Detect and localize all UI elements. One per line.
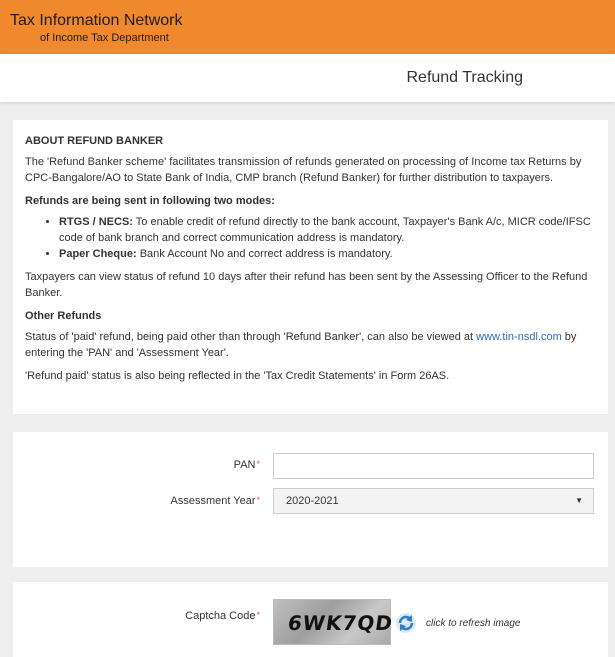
refresh-icon[interactable] [395, 612, 417, 634]
other-refunds-heading: Other Refunds [25, 310, 102, 322]
assessment-year-label: Assessment Year* [170, 495, 260, 507]
required-mark: * [256, 610, 260, 620]
title-bar: Refund Tracking [0, 54, 615, 102]
assessment-year-value: 2020-2021 [286, 495, 339, 507]
list-item: Paper Cheque: Bank Account No and correc… [59, 246, 596, 262]
about-refund-banker-panel: ABOUT REFUND BANKER The 'Refund Banker s… [13, 120, 608, 414]
required-mark: * [256, 495, 260, 505]
captcha-panel: Captcha Code* 6WK7QD click to refresh im… [13, 582, 608, 657]
other-text-1: Status of 'paid' refund, being paid othe… [25, 331, 477, 343]
list-item: RTGS / NECS: To enable credit of refund … [59, 214, 596, 246]
about-intro: The 'Refund Banker scheme' facilitates t… [25, 156, 582, 184]
assessment-year-select[interactable]: 2020-2021 ▼ [273, 488, 594, 514]
org-name: Tax Information Network [10, 12, 183, 29]
modes-heading: Refunds are being sent in following two … [25, 195, 275, 207]
pan-input[interactable] [273, 453, 594, 479]
page-title: Refund Tracking [406, 69, 523, 86]
chevron-down-icon: ▼ [575, 496, 583, 505]
captcha-text: 6WK7QD [286, 611, 395, 635]
refresh-image-link[interactable]: click to refresh image [426, 618, 520, 629]
captcha-label: Captcha Code* [185, 610, 260, 622]
pan-label: PAN* [234, 459, 260, 471]
tin-nsdl-link[interactable]: www.tin-nsdl.com [476, 331, 562, 343]
org-subtitle: of Income Tax Department [40, 32, 169, 44]
captcha-image: 6WK7QD [273, 599, 395, 645]
mode-text: Bank Account No and correct address is m… [136, 248, 393, 260]
about-heading: ABOUT REFUND BANKER [25, 135, 164, 147]
status-note: Taxpayers can view status of refund 10 d… [25, 271, 588, 299]
tcs-note: 'Refund paid' status is also being refle… [25, 370, 450, 382]
modes-list: RTGS / NECS: To enable credit of refund … [59, 214, 596, 262]
refund-form-panel: PAN* Assessment Year* 2020-2021 ▼ [13, 432, 608, 567]
mode-name: Paper Cheque: [59, 248, 137, 260]
captcha-label-text: Captcha Code [185, 610, 256, 622]
mode-text: To enable credit of refund directly to t… [59, 216, 591, 244]
site-header: Tax Information Network of Income Tax De… [0, 0, 615, 54]
ay-label-text: Assessment Year [170, 495, 256, 507]
required-mark: * [256, 459, 260, 469]
pan-label-text: PAN [233, 459, 256, 471]
other-refunds-text: Status of 'paid' refund, being paid othe… [25, 329, 596, 361]
mode-name: RTGS / NECS: [59, 216, 133, 228]
